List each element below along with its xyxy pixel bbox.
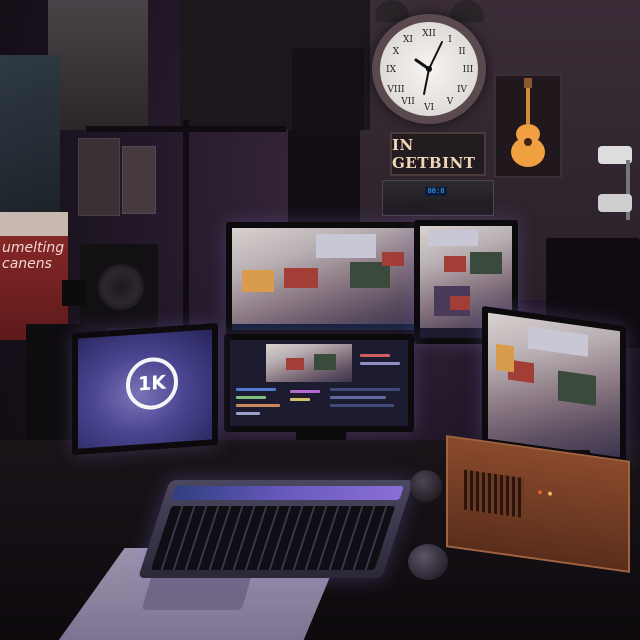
wall-photo — [78, 138, 120, 216]
case-led — [538, 490, 542, 495]
receiver-display: 88:8 — [425, 187, 447, 196]
case-vent — [464, 469, 524, 519]
wall-sign-text: IN GETBINT — [392, 136, 476, 172]
monitor-screen — [230, 340, 408, 426]
svg-text:IV: IV — [457, 85, 468, 95]
camera-body — [598, 194, 632, 212]
poster-strip — [0, 212, 68, 236]
monitor-stand — [296, 432, 346, 440]
guitar-icon — [511, 78, 545, 167]
monitor-logo-text: 1K — [138, 371, 166, 396]
svg-text:V: V — [446, 97, 454, 107]
wall-poster-left — [0, 55, 60, 215]
mouse — [410, 470, 442, 502]
keyboard — [138, 480, 414, 578]
mic-stand-pole — [183, 120, 189, 330]
mic-mount — [62, 280, 86, 306]
svg-text:III: III — [463, 65, 474, 75]
svg-text:VII: VII — [400, 97, 415, 107]
monitor-center-bottom — [224, 334, 414, 432]
svg-text:XII: XII — [422, 29, 436, 39]
studio-scene: umelting canens XII III VI IX I II IV V … — [0, 0, 640, 640]
red-poster: umelting canens — [0, 212, 68, 340]
speaker-woofer — [98, 264, 144, 310]
audio-receiver: 88:8 — [382, 180, 494, 216]
monitor-screen — [488, 312, 620, 458]
svg-text:I: I — [448, 35, 452, 45]
clock-face: XII III VI IX I II IV V VII VIII X XI — [380, 22, 478, 116]
shelf-speaker — [292, 48, 364, 130]
svg-text:VI: VI — [423, 103, 434, 113]
monitor-screen — [232, 228, 414, 330]
svg-text:XI: XI — [403, 35, 413, 45]
svg-text:VIII: VIII — [386, 85, 405, 95]
monitor-center-top — [226, 222, 420, 336]
keyboard-keys — [150, 506, 396, 570]
monitor-left: 1K — [72, 322, 218, 456]
monitor-screen: 1K — [78, 329, 212, 449]
clock-icon: XII III VI IX I II IV V VII VIII X XI — [372, 14, 486, 124]
wall-sign: IN GETBINT — [390, 132, 486, 176]
svg-text:IX: IX — [386, 65, 397, 75]
case-led — [548, 491, 552, 496]
mouse — [408, 544, 448, 580]
speaker-icon — [80, 244, 158, 328]
clock-hands: XII III VI IX I II IV V VII VIII X XI — [386, 29, 474, 113]
keyboard-display-strip — [171, 486, 404, 500]
svg-text:X: X — [393, 47, 400, 57]
red-poster-text: umelting canens — [2, 240, 65, 272]
wall-photo — [122, 146, 156, 214]
svg-text:II: II — [458, 47, 466, 57]
k-logo-icon: 1K — [126, 355, 178, 412]
guitar-frame — [494, 74, 562, 178]
monitor-right — [482, 305, 626, 465]
wall-poster-top — [48, 0, 148, 130]
security-camera-icon — [598, 146, 638, 226]
